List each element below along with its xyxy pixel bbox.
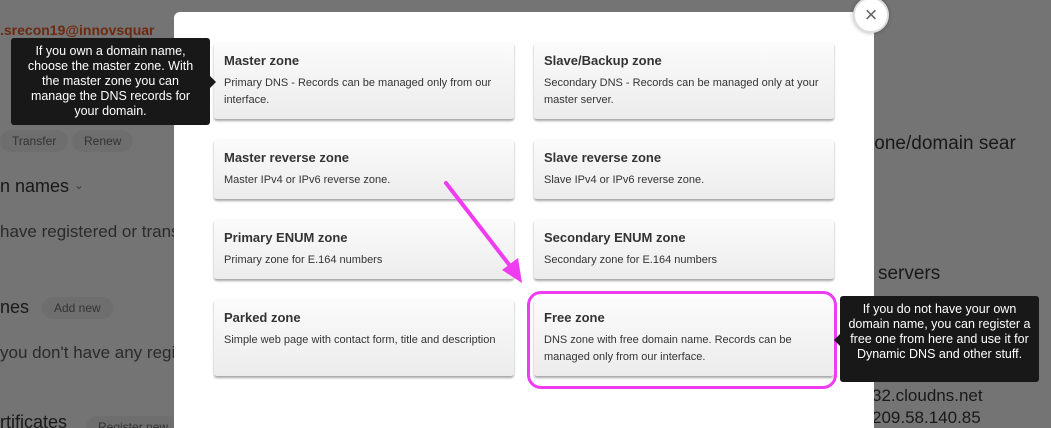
zone-title: Slave reverse zone — [544, 150, 662, 165]
zone-description: Master IPv4 or IPv6 reverse zone. — [224, 174, 391, 186]
zone-card-slave-reverse[interactable]: Slave reverse zone Slave IPv4 or IPv6 re… — [534, 139, 834, 199]
zone-description: Primary zone for E.164 numbers — [224, 254, 383, 266]
zone-description: Secondary zone for E.164 numbers — [544, 254, 718, 266]
zone-card-master[interactable]: Master zone Primary DNS - Records can be… — [214, 42, 514, 119]
zone-card-master-reverse[interactable]: Master reverse zone Master IPv4 or IPv6 … — [214, 139, 514, 199]
zone-card-slave-backup[interactable]: Slave/Backup zone Secondary DNS - Record… — [534, 42, 834, 119]
zone-title: Master reverse zone — [224, 150, 350, 165]
zone-title: Master zone — [224, 53, 300, 68]
zone-description: Simple web page with contact form, title… — [224, 334, 496, 346]
zone-card-primary-enum[interactable]: Primary ENUM zone Primary zone for E.164… — [214, 219, 514, 279]
zone-description: Slave IPv4 or IPv6 reverse zone. — [544, 174, 705, 186]
zone-title: Primary ENUM zone — [224, 230, 348, 245]
zone-description: Secondary DNS - Records can be managed o… — [544, 77, 819, 106]
zone-title: Slave/Backup zone — [544, 53, 662, 68]
free-zone-tooltip: If you do not have your own domain name,… — [834, 296, 1039, 382]
zone-title: Secondary ENUM zone — [544, 230, 686, 245]
zone-card-parked[interactable]: Parked zone Simple web page with contact… — [214, 299, 514, 376]
master-zone-tooltip: If you own a domain name, choose the mas… — [11, 38, 216, 125]
zone-card-secondary-enum[interactable]: Secondary ENUM zone Secondary zone for E… — [534, 219, 834, 279]
zone-description: Primary DNS - Records can be managed onl… — [224, 77, 492, 106]
zone-title: Parked zone — [224, 310, 301, 325]
free-zone-highlight — [527, 291, 837, 389]
